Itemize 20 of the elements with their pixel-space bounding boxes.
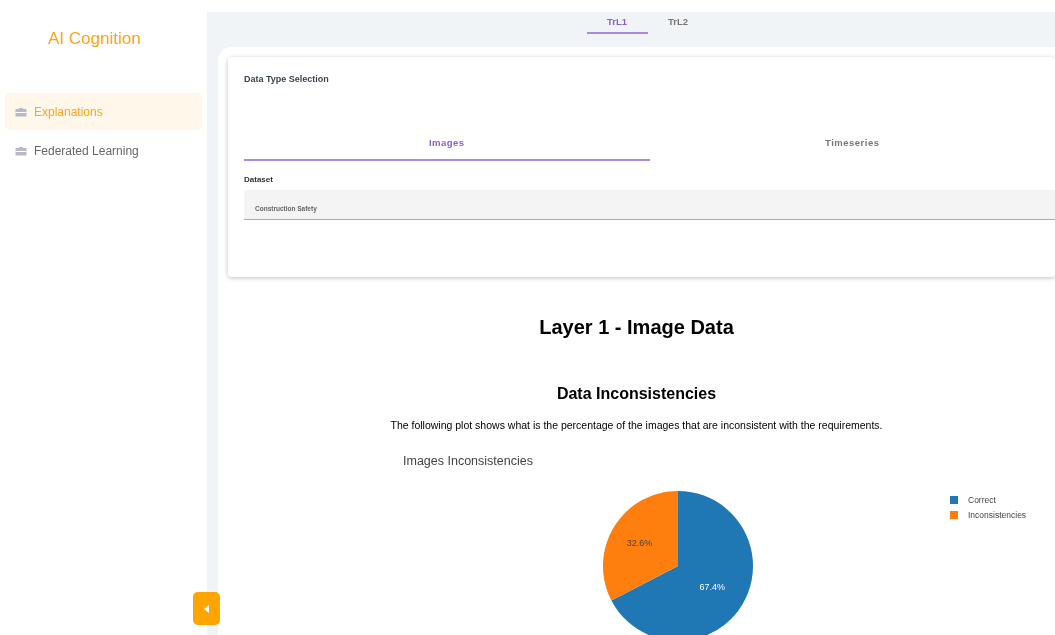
- field-label: Dataset: [244, 173, 274, 186]
- tab[interactable]: TrL2: [647, 12, 709, 34]
- section-title: Data Inconsistencies: [555, 384, 718, 404]
- legend-label: Correct: [968, 493, 996, 507]
- data-label: 32.6%: [626, 537, 653, 548]
- card-title: Data Type Selection: [244, 73, 330, 86]
- collapse-sidebar-button[interactable]: [193, 592, 220, 625]
- caret-left-icon: [204, 604, 209, 613]
- section-description: The following plot shows what is the percentage of the images that are inconsistent with the requirements.: [389, 418, 884, 433]
- tab[interactable]: TrL1: [586, 12, 648, 34]
- toolbox-icon: [15, 145, 27, 156]
- toolbox-icon: [15, 106, 27, 117]
- tab[interactable]: Timeseries: [649, 128, 1055, 161]
- chart-title: Images Inconsistencies: [403, 452, 533, 470]
- legend-label: Inconsistencies: [968, 508, 1027, 522]
- app-logo: AI Cognition: [48, 28, 142, 48]
- sidebar-item[interactable]: Federated Learning: [5, 132, 202, 169]
- tab[interactable]: Images: [244, 128, 650, 161]
- page-heading: Layer 1 - Image Data: [538, 315, 735, 340]
- data-label: 67.4%: [699, 581, 725, 592]
